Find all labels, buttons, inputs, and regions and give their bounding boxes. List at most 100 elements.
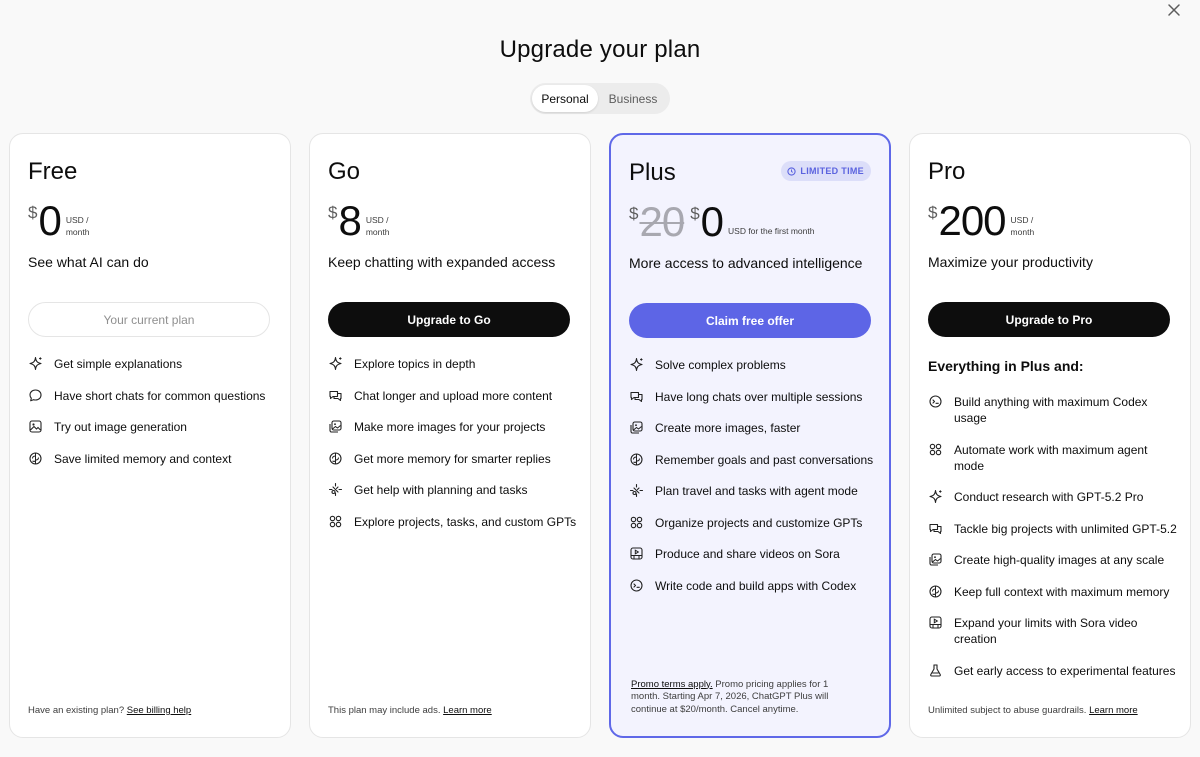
feature-text: Write code and build apps with Codex <box>655 578 857 593</box>
plan-name: Free <box>28 158 78 185</box>
plan-name: Pro <box>928 158 966 185</box>
feature-item: Make more images for your projects <box>328 419 580 435</box>
price-unit: USD / month <box>366 214 390 238</box>
price-unit-currency: USD / <box>1010 215 1034 225</box>
price-unit: USD for the first month <box>728 226 815 236</box>
sparkle-icon <box>328 356 343 371</box>
promo-terms-link[interactable]: Promo terms apply. <box>631 679 713 690</box>
price-unit-period: month <box>65 227 90 237</box>
feature-text: Keep full context with maximum memory <box>954 584 1170 599</box>
image-icon <box>28 419 43 434</box>
feature-text: Get simple explanations <box>54 357 183 371</box>
feature-text: Produce and share videos on Sora <box>655 547 840 561</box>
currency-symbol: $ <box>629 204 639 223</box>
sparkle-icon <box>629 357 644 372</box>
price: $ 0 USD / month <box>28 200 89 242</box>
price-unit-period: month <box>1010 227 1035 237</box>
close-icon <box>1168 4 1180 16</box>
chats-icon <box>928 521 943 536</box>
chat-bubble-icon <box>28 388 43 403</box>
price-unit: USD / month <box>66 214 90 238</box>
feature-item: Expand your limits with Sora video creat… <box>928 615 1180 647</box>
plan-tagline: Keep chatting with expanded access <box>328 254 556 270</box>
upgrade-to-pro-button[interactable]: Upgrade to Pro <box>928 302 1170 337</box>
memory-icon <box>328 451 343 466</box>
feature-item: Write code and build apps with Codex <box>629 578 879 594</box>
sparkle-icon <box>928 489 943 504</box>
feature-item: Chat longer and upload more content <box>328 388 580 404</box>
feature-text: Chat longer and upload more content <box>354 388 553 403</box>
feature-item: Tackle big projects with unlimited GPT-5… <box>928 521 1180 537</box>
plan-footer: This plan may include ads. Learn more <box>328 705 576 718</box>
price: $ 20 $ 0 USD for the first month <box>629 201 814 243</box>
price-unit-currency: USD / <box>65 215 89 225</box>
chats-icon <box>328 388 343 403</box>
feature-item: Try out image generation <box>28 419 280 435</box>
feature-text: Create more images, faster <box>655 421 801 435</box>
feature-item: Solve complex problems <box>629 357 879 373</box>
currency-symbol: $ <box>690 204 700 223</box>
feature-text: Remember goals and past conversations <box>655 452 874 467</box>
plan-footer: Have an existing plan? See billing help <box>28 705 276 718</box>
feature-text: Automate work with maximum agent mode <box>954 442 1148 473</box>
clock-icon <box>787 166 797 176</box>
price: $ 200 USD / month <box>928 200 1034 242</box>
learn-more-link[interactable]: Learn more <box>443 705 492 716</box>
feature-text: Plan travel and tasks with agent mode <box>655 484 858 498</box>
feature-text: Explore topics in depth <box>354 357 476 371</box>
feature-item: Get more memory for smarter replies <box>328 451 580 467</box>
plan-tagline: Maximize your productivity <box>928 254 1093 270</box>
gpts-icon <box>629 515 644 530</box>
price-amount: 0 <box>700 198 724 245</box>
currency-symbol: $ <box>328 203 338 222</box>
plan-card-plus: Plus LIMITED TIME $ 20 $ 0 USD for the f… <box>609 133 891 738</box>
page-title: Upgrade your plan <box>499 36 701 63</box>
images-icon <box>629 420 644 435</box>
tab-personal[interactable]: Personal <box>532 85 598 112</box>
feature-text: Get more memory for smarter replies <box>354 451 551 466</box>
feature-item: Conduct research with GPT-5.2 Pro <box>928 489 1180 505</box>
tab-business[interactable]: Business <box>598 85 668 112</box>
feature-item: Build anything with maximum Codex usage <box>928 394 1180 426</box>
footer-text: This plan may include ads. <box>328 704 441 716</box>
pro-features-heading: Everything in Plus and: <box>928 358 1084 374</box>
feature-item: Create more images, faster <box>629 420 879 436</box>
plan-card-go: Go $ 8 USD / month Keep chatting with exp… <box>309 133 591 738</box>
images-icon <box>928 552 943 567</box>
feature-text: Expand your limits with Sora video creat… <box>954 616 1138 646</box>
currency-symbol: $ <box>928 203 938 222</box>
footer-text: Have an existing plan? <box>28 704 125 716</box>
agent-icon <box>629 483 644 498</box>
learn-more-link[interactable]: Learn more <box>1089 705 1138 716</box>
feature-item: Get early access to experimental feature… <box>928 663 1180 679</box>
agent-icon <box>328 482 343 497</box>
chats-icon <box>629 389 644 404</box>
plan-card-pro: Pro $ 200 USD / month Maximize your produ… <box>909 133 1191 738</box>
codex-icon <box>629 578 644 593</box>
feature-text: Have short chats for common questions <box>54 388 266 403</box>
current-plan-button: Your current plan <box>28 302 270 337</box>
feature-item: Plan travel and tasks with agent mode <box>629 483 879 499</box>
close-button[interactable] <box>1166 2 1182 18</box>
feature-text: Try out image generation <box>54 420 187 434</box>
feature-item: Have short chats for common questions <box>28 388 280 404</box>
flask-icon <box>928 663 943 678</box>
price-unit-period: month <box>365 227 390 237</box>
feature-item: Create high-quality images at any scale <box>928 552 1180 568</box>
sparkle-icon <box>28 356 43 371</box>
memory-icon <box>629 452 644 467</box>
feature-item: Get help with planning and tasks <box>328 482 580 498</box>
feature-list: Build anything with maximum Codex usage A… <box>928 394 1180 694</box>
plan-name: Plus <box>629 159 676 186</box>
feature-text: Save limited memory and context <box>54 451 232 466</box>
feature-text: Conduct research with GPT-5.2 Pro <box>954 490 1144 504</box>
feature-item: Remember goals and past conversations <box>629 452 879 468</box>
feature-text: Have long chats over multiple sessions <box>655 389 863 404</box>
plan-name: Go <box>328 158 361 185</box>
price-unit: USD / month <box>1011 214 1035 238</box>
billing-help-link[interactable]: See billing help <box>127 705 191 716</box>
feature-item: Organize projects and customize GPTs <box>629 515 879 531</box>
upgrade-to-go-button[interactable]: Upgrade to Go <box>328 302 570 337</box>
claim-free-offer-button[interactable]: Claim free offer <box>629 303 871 338</box>
feature-text: Tackle big projects with unlimited GPT-5… <box>954 521 1177 536</box>
